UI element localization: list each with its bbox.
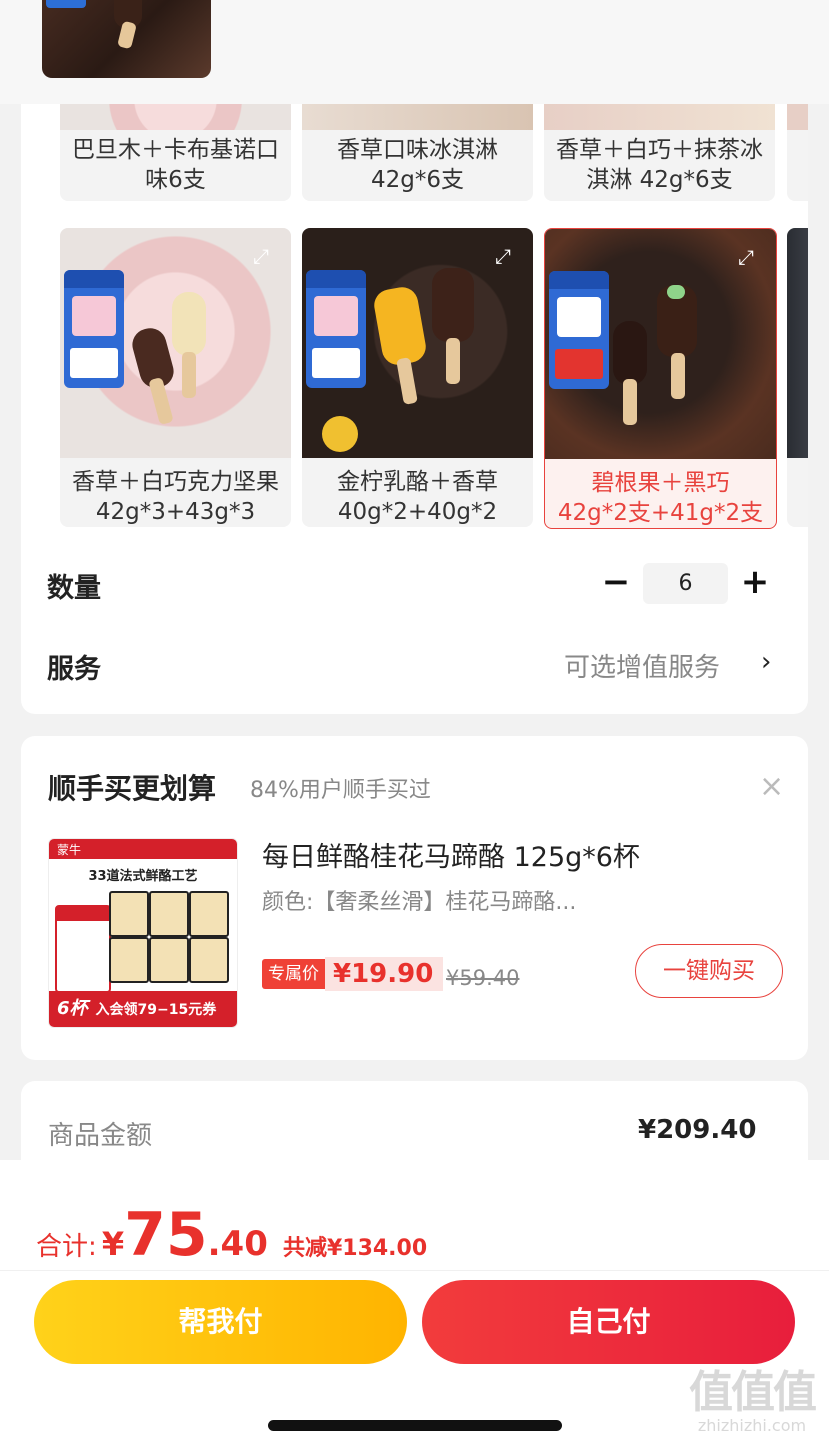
product-thumbnail: ID <box>42 0 211 78</box>
goods-amount-label: 商品金额 <box>48 1121 153 1151</box>
brand-logo: 蒙牛 <box>57 843 82 857</box>
variant-image: ⤢ <box>302 228 533 458</box>
total-price: 合计: ¥75.40 共减¥134.00 <box>36 1200 427 1270</box>
variant-label: 碧根果＋黑巧 42g*2支+41g*2支 <box>557 470 764 526</box>
recommend-subtitle: 84%用户顺手买过 <box>250 778 431 803</box>
variant-label: 金柠乳酪＋香草 40g*2+40g*2 <box>337 469 498 525</box>
total-decimal: .40 <box>207 1224 268 1264</box>
home-indicator[interactable] <box>268 1420 562 1431</box>
variant-image: ⤢ <box>545 229 776 459</box>
variant-option[interactable]: 香草口味冰淇淋 42g*6支 <box>302 104 533 201</box>
goods-amount-value: ¥209.40 <box>638 1115 757 1145</box>
thumb-title: 33道法式鲜酪工艺 <box>88 869 198 884</box>
promo-badge-icon: ID <box>46 0 86 8</box>
recommend-section: 顺手买更划算 84%用户顺手买过 × 蒙牛 33道法式鲜酪工艺 6杯 入会领79−… <box>21 736 808 1060</box>
variant-label: 香草＋白巧克力坚果 42g*3+43g*3 <box>72 469 279 525</box>
variant-label: 巴旦木＋卡布基诺口 味6支 <box>72 137 279 193</box>
variant-option[interactable]: 巴旦木＋卡布基诺口 味6支 <box>60 104 291 201</box>
price-badge: 专属价 <box>262 959 325 989</box>
variant-option-partial[interactable] <box>787 228 808 527</box>
promo-sticker <box>549 271 609 389</box>
product-cups-illustration <box>109 891 229 983</box>
original-price: ¥59.40 <box>446 966 520 990</box>
price-tag: 专属价 ¥19.90 <box>262 957 444 991</box>
total-integer: 75 <box>124 1200 208 1270</box>
variant-selector: 巴旦木＋卡布基诺口 味6支 香草口味冰淇淋 42g*6支 香草＋白巧＋抹茶冰 淇淋 4… <box>21 104 808 714</box>
watermark: 值值值 zhizhizhi.com <box>689 1367 817 1436</box>
total-label: 合计: <box>36 1232 97 1262</box>
recommend-title: 顺手买更划算 <box>48 772 217 805</box>
price-value: ¥19.90 <box>325 957 444 991</box>
recommend-product-image[interactable]: 蒙牛 33道法式鲜酪工艺 6杯 入会领79−15元券 <box>48 838 238 1028</box>
quantity-increment-button[interactable]: + <box>740 565 770 599</box>
promo-sticker <box>306 270 366 388</box>
variant-option-selected[interactable]: ⤢ 碧根果＋黑巧 42g*2支+41g*2支 <box>544 228 777 529</box>
variant-option[interactable]: 香草＋白巧＋抹茶冰 淇淋 42g*6支 <box>544 104 775 201</box>
quantity-label: 数量 <box>47 573 101 604</box>
total-currency: ¥ <box>101 1225 125 1263</box>
total-discount: 共减¥134.00 <box>282 1236 428 1261</box>
variant-option[interactable]: ⤢ 金柠乳酪＋香草 40g*2+40g*2 <box>302 228 533 527</box>
variant-label: 香草口味冰淇淋 42g*6支 <box>337 137 498 193</box>
chevron-right-icon[interactable]: › <box>761 647 771 677</box>
variant-option-partial[interactable] <box>787 104 808 201</box>
close-icon[interactable]: × <box>759 772 784 802</box>
help-me-pay-button[interactable]: 帮我付 <box>34 1280 407 1364</box>
expand-icon[interactable]: ⤢ <box>491 244 515 268</box>
thumb-count: 6杯 <box>57 998 88 1019</box>
service-value[interactable]: 可选增值服务 <box>564 647 720 684</box>
variant-image: ⤢ <box>60 228 291 458</box>
recommend-product-name[interactable]: 每日鲜酪桂花马蹄酪 125g*6杯 <box>262 835 640 874</box>
quantity-decrement-button[interactable]: − <box>601 565 631 599</box>
one-click-buy-button[interactable]: 一键购买 <box>635 944 783 998</box>
header-bar: ID <box>0 0 829 104</box>
thumb-footer: 入会领79−15元券 <box>95 1002 217 1018</box>
promo-sticker <box>64 270 124 388</box>
divider <box>0 1270 829 1271</box>
variant-label: 香草＋白巧＋抹茶冰 淇淋 42g*6支 <box>556 137 763 193</box>
pay-myself-button[interactable]: 自己付 <box>422 1280 795 1364</box>
variant-option[interactable]: ⤢ 香草＋白巧克力坚果 42g*3+43g*3 <box>60 228 291 527</box>
recommend-product-spec: 颜色:【奢柔丝滑】桂花马蹄酪... <box>262 890 577 915</box>
quantity-input[interactable]: 6 <box>643 563 728 604</box>
expand-icon[interactable]: ⤢ <box>734 245 758 269</box>
service-label: 服务 <box>47 654 101 685</box>
expand-icon[interactable]: ⤢ <box>249 244 273 268</box>
